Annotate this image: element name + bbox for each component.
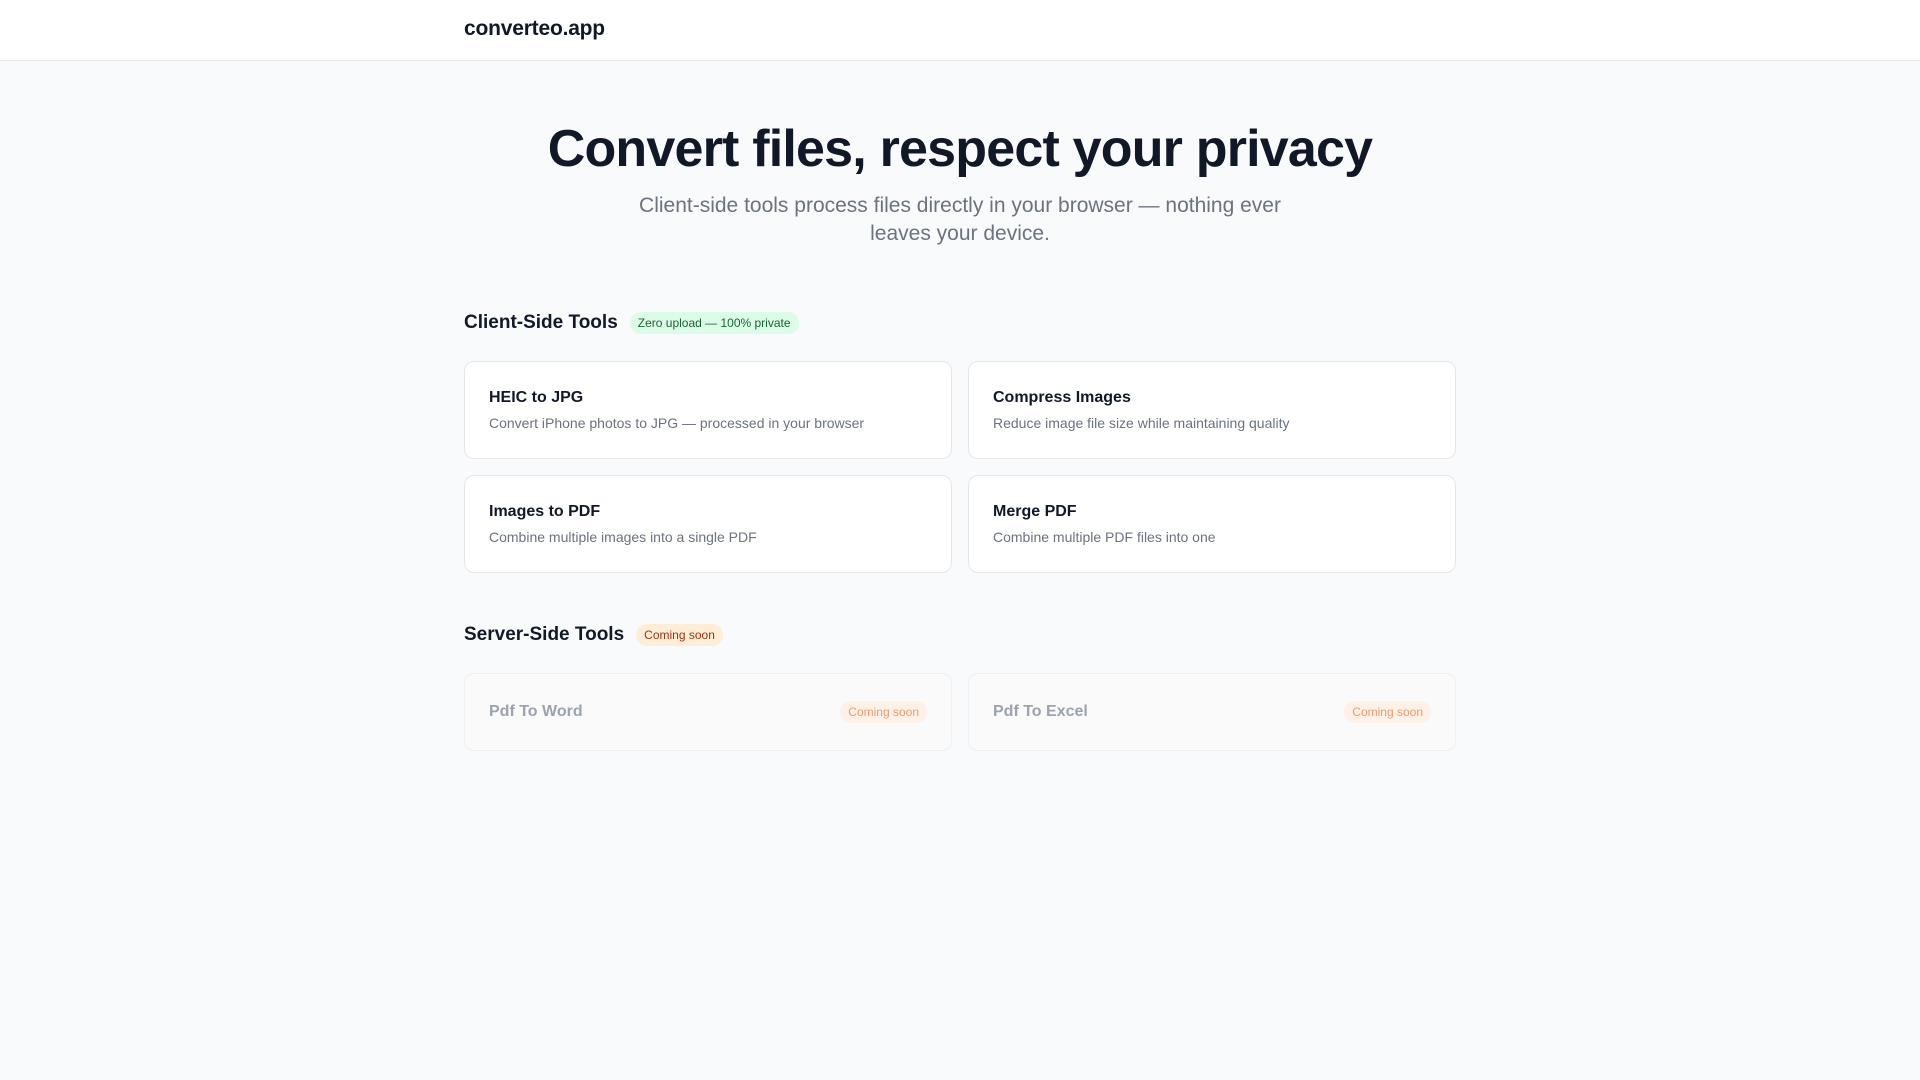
server-tools-title: Server-Side Tools bbox=[464, 624, 625, 645]
server-tools-header: Server-Side Tools Coming soon bbox=[464, 622, 723, 648]
coming-soon-badge: Coming soon bbox=[636, 624, 723, 646]
tool-card-pdf-to-excel: Pdf To Excel Coming soon bbox=[968, 673, 1456, 751]
tool-card-description: Convert iPhone photos to JPG — processed… bbox=[489, 415, 865, 431]
privacy-badge: Zero upload — 100% private bbox=[629, 312, 799, 334]
client-tools-title: Client-Side Tools bbox=[464, 312, 618, 333]
tool-card-merge-pdf[interactable]: Merge PDF Combine multiple PDF files int… bbox=[968, 475, 1456, 573]
page-title: Convert files, respect your privacy bbox=[547, 120, 1373, 178]
coming-soon-badge: Coming soon bbox=[840, 701, 927, 723]
tool-card-images-to-pdf[interactable]: Images to PDF Combine multiple images in… bbox=[464, 475, 952, 573]
tool-card-heic-to-jpg[interactable]: HEIC to JPG Convert iPhone photos to JPG… bbox=[464, 361, 952, 459]
tool-card-description: Combine multiple PDF files into one bbox=[993, 529, 1216, 545]
tool-card-compress-images[interactable]: Compress Images Reduce image file size w… bbox=[968, 361, 1456, 459]
tool-card-title: Pdf To Excel bbox=[993, 703, 1088, 720]
tool-card-description: Combine multiple images into a single PD… bbox=[489, 529, 757, 545]
server-tools-grid: Pdf To Word Coming soon Pdf To Excel Com… bbox=[464, 673, 1456, 751]
tool-card-title: Pdf To Word bbox=[489, 703, 583, 720]
tool-card-description: Reduce image file size while maintaining… bbox=[993, 415, 1290, 431]
client-tools-header: Client-Side Tools Zero upload — 100% pri… bbox=[464, 310, 799, 336]
tool-card-title: Compress Images bbox=[993, 389, 1131, 406]
coming-soon-badge: Coming soon bbox=[1344, 701, 1431, 723]
page-subtitle: Client-side tools process files directly… bbox=[639, 194, 1281, 245]
brand-logo-link[interactable]: converteo.app bbox=[464, 17, 605, 41]
tool-card-title: Merge PDF bbox=[993, 503, 1077, 520]
hero-section: Convert files, respect your privacy Clie… bbox=[0, 118, 1920, 248]
tool-card-title: Images to PDF bbox=[489, 503, 601, 520]
tool-card-title: HEIC to JPG bbox=[489, 389, 584, 406]
site-header: converteo.app bbox=[0, 0, 1920, 61]
client-tools-grid: HEIC to JPG Convert iPhone photos to JPG… bbox=[464, 361, 1456, 573]
tool-card-pdf-to-word: Pdf To Word Coming soon bbox=[464, 673, 952, 751]
